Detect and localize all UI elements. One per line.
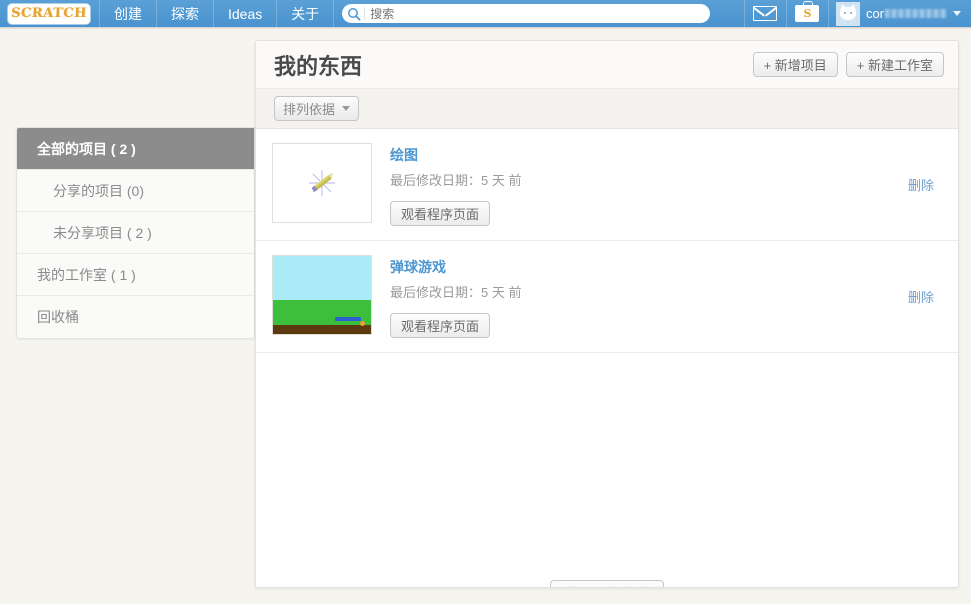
search-container (333, 0, 718, 27)
paint-burst-icon (273, 144, 371, 222)
nav-item-create[interactable]: 创建 (99, 0, 156, 27)
chevron-down-icon (342, 106, 351, 111)
scratch-logo[interactable]: SCRATCH (8, 3, 90, 24)
project-title-link[interactable]: 弹球游戏 (390, 257, 446, 277)
empty-space (256, 353, 958, 540)
cat-head-icon (839, 6, 856, 20)
soil-band (273, 325, 371, 334)
search-icon (346, 6, 362, 22)
delete-link[interactable]: 删除 (908, 175, 934, 194)
nav-item-about[interactable]: 关于 (276, 0, 333, 27)
sidebar-item-label: 我的工作室 ( 1 ) (37, 266, 136, 283)
delete-link[interactable]: 删除 (908, 287, 934, 306)
top-navbar: SCRATCH 创建 探索 Ideas 关于 S (0, 0, 971, 27)
new-project-button[interactable]: + 新增项目 (752, 52, 838, 77)
sidebar-item-label: 未分享项目 ( 2 ) (53, 224, 152, 241)
my-stuff-button[interactable]: S (785, 0, 828, 27)
cat-eye-right-icon (849, 11, 852, 14)
project-last-modified: 最后修改日期：5 天 前 (390, 173, 522, 188)
sidebar: 全部的项目 ( 2 ) 分享的项目 (0) 未分享项目 ( 2 ) 我的工作室 … (16, 127, 255, 339)
project-thumbnail[interactable] (272, 255, 372, 335)
bag-icon: S (795, 1, 820, 22)
page-title: 我的东西 (274, 53, 363, 79)
my-stuff-panel: 我的东西 + 新增项目 + 新建工作室 排列依据 绘图 最后修改日期：5 天 前… (255, 40, 959, 588)
new-studio-button[interactable]: + 新建工作室 (845, 52, 944, 77)
username-redacted (885, 9, 947, 18)
search-input[interactable] (370, 6, 691, 21)
project-info: 弹球游戏 最后修改日期：5 天 前 观看程序页面 (372, 255, 908, 338)
sidebar-item-label: 全部的项目 ( 2 ) (37, 140, 136, 157)
messages-button[interactable] (743, 0, 786, 27)
account-menu[interactable]: cor (827, 0, 971, 27)
project-thumbnail[interactable] (272, 143, 372, 223)
load-more-button[interactable]: 载入更多内容 (550, 580, 664, 587)
grass-band (273, 300, 371, 325)
sidebar-item-unshared-projects[interactable]: 未分享项目 ( 2 ) (17, 212, 254, 254)
row-actions: 删除 (908, 255, 940, 338)
sidebar-item-all-projects[interactable]: 全部的项目 ( 2 ) (17, 128, 254, 170)
bag-icon-letter: S (803, 7, 812, 20)
view-project-page-button[interactable]: 观看程序页面 (390, 201, 491, 226)
panel-toolbar: 排列依据 (256, 89, 958, 129)
project-list: 绘图 最后修改日期：5 天 前 观看程序页面 删除 弹球游戏 最后修改日期：5 … (256, 129, 958, 353)
project-last-modified: 最后修改日期：5 天 前 (390, 285, 522, 300)
sort-by-label: 排列依据 (283, 102, 336, 117)
search-box[interactable] (342, 4, 711, 23)
view-project-page-button[interactable]: 观看程序页面 (390, 313, 491, 338)
table-row: 弹球游戏 最后修改日期：5 天 前 观看程序页面 删除 (256, 241, 958, 353)
scratch-logo-text: SCRATCH (10, 6, 88, 21)
panel-header: 我的东西 + 新增项目 + 新建工作室 (256, 41, 958, 89)
table-row: 绘图 最后修改日期：5 天 前 观看程序页面 删除 (256, 129, 958, 241)
sidebar-item-label: 分享的项目 (0) (53, 182, 144, 199)
envelope-icon (753, 6, 778, 21)
chevron-down-icon (953, 11, 961, 16)
username-text: cor (865, 6, 884, 21)
sidebar-item-label: 回收桶 (37, 309, 79, 325)
cat-eye-left-icon (843, 11, 846, 14)
avatar (835, 1, 860, 26)
nav-item-ideas[interactable]: Ideas (213, 0, 276, 27)
nav-item-explore[interactable]: 探索 (156, 0, 213, 27)
project-info: 绘图 最后修改日期：5 天 前 观看程序页面 (372, 143, 908, 226)
paddle-sprite (335, 317, 361, 321)
pinball-scene-thumbnail (273, 256, 371, 334)
row-actions: 删除 (908, 143, 940, 226)
sort-by-dropdown[interactable]: 排列依据 (274, 96, 360, 121)
sidebar-item-trash[interactable]: 回收桶 (17, 296, 254, 338)
ball-sprite (360, 321, 365, 326)
username: cor (866, 6, 947, 21)
scratch-logo-link[interactable]: SCRATCH (0, 0, 99, 27)
sidebar-item-my-studios[interactable]: 我的工作室 ( 1 ) (17, 254, 254, 296)
project-title-link[interactable]: 绘图 (390, 145, 418, 165)
sidebar-item-shared-projects[interactable]: 分享的项目 (0) (17, 170, 254, 212)
panel-footer: 载入更多内容 (256, 540, 958, 587)
search-divider (364, 7, 366, 20)
